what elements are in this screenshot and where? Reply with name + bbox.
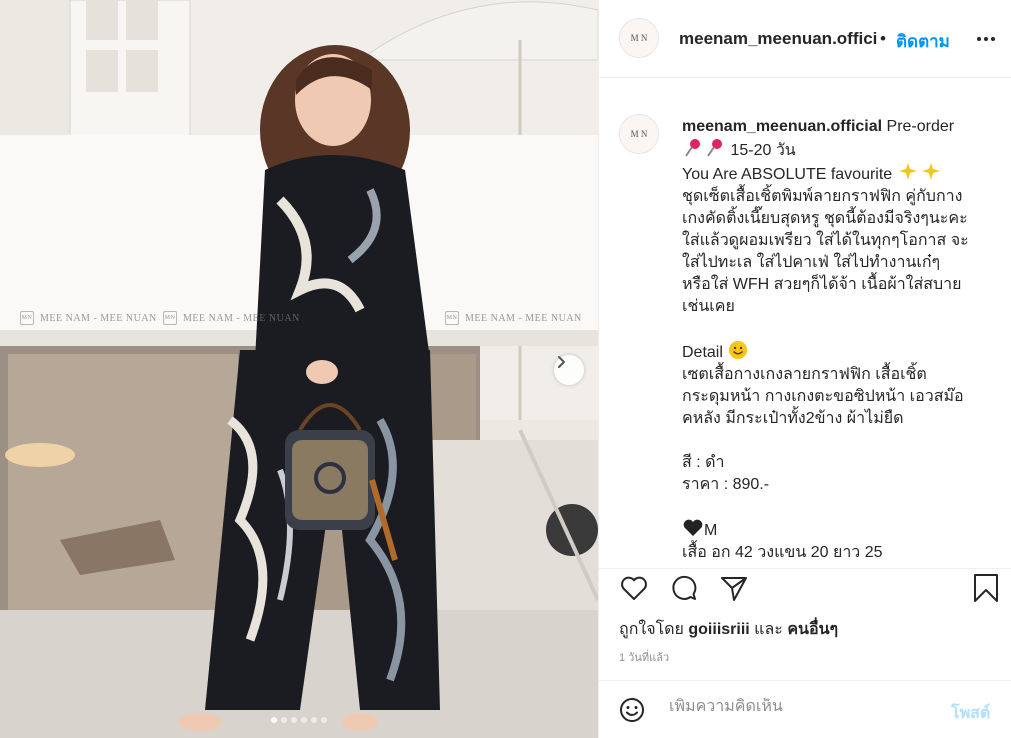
- watermark-text: MEE NAM - MEE NUAN: [465, 312, 582, 324]
- caption-line: เซตเสื้อกางเกงลายกราฟฟิก เสื้อเชิ้ต: [682, 366, 927, 383]
- likes-summary: ถูกใจโดย goiiisriii และ คนอื่นๆ: [619, 617, 838, 642]
- post-comment-button[interactable]: โพสต์: [951, 701, 990, 726]
- photo-watermark: MN MEE NAM - MEE NUAN: [445, 311, 582, 325]
- emoji-icon: [620, 698, 644, 722]
- liker-username-link[interactable]: goiiisriii: [688, 621, 749, 638]
- save-button[interactable]: [971, 573, 1001, 608]
- post-header: M N meenam_meenuan.officia • ติดตาม: [599, 0, 1011, 78]
- bookmark-icon: [974, 574, 998, 602]
- caption-line: ราคา : 890.-: [682, 476, 770, 493]
- share-icon: [721, 577, 747, 601]
- caption-line: ใส่แล้วดูผอมเพรียว ใส่ได้ในทุกๆโอกาส จะ: [682, 232, 969, 249]
- carousel-dot: [281, 717, 287, 723]
- comment-icon: [672, 575, 697, 600]
- avatar[interactable]: M N: [619, 18, 659, 58]
- caption-line: เช่นเคย: [682, 298, 735, 315]
- comment-form: โพสต์: [599, 680, 1011, 738]
- carousel-dot: [321, 717, 327, 723]
- follow-button[interactable]: ติดตาม: [896, 28, 950, 55]
- carousel-dot: [271, 717, 277, 723]
- caption-line: Detail: [682, 344, 723, 361]
- smile-emoji: [729, 341, 748, 359]
- caption-line: หรือใส่ WFH สวยๆก็ได้จ้า เนื้อผ้าใส่สบาย: [682, 276, 962, 293]
- caption-line: ชุดเซ็ตเสื้อเชิ้ตพิมพ์ลายกราฟฟิก คู่กับก…: [682, 188, 963, 205]
- post-timestamp[interactable]: 1 วันที่แล้ว: [619, 648, 669, 666]
- black-heart-emoji: [683, 519, 703, 536]
- caption-line: Pre-order: [886, 118, 955, 135]
- share-button[interactable]: [719, 573, 749, 608]
- caption-line: You Are ABSOLUTE favourite: [682, 166, 893, 183]
- caption-line: คหลัง มีกระเป๋าทั้ง2ข้าง ผ้าไม่ยืด: [682, 410, 904, 427]
- likes-others-link[interactable]: คนอื่นๆ: [787, 621, 838, 638]
- post-photo[interactable]: MN MEE NAM - MEE NUAN MN MEE NAM - MEE N…: [0, 0, 598, 738]
- like-button[interactable]: [619, 573, 649, 608]
- carousel-dot: [291, 717, 297, 723]
- carousel-indicator: [0, 717, 598, 723]
- caption-line: M: [704, 522, 718, 539]
- photo-watermark: MN MEE NAM - MEE NUAN: [163, 311, 300, 325]
- carousel-dot: [311, 717, 317, 723]
- chevron-right-icon: [558, 356, 565, 368]
- caption-line: กระดุมหน้า กางเกงตะขอซิปหน้า เอวสม๊อ: [682, 388, 964, 405]
- header-username-link[interactable]: meenam_meenuan.officia: [679, 29, 877, 49]
- carousel-dot: [301, 717, 307, 723]
- caption-line: 15-20 วัน: [730, 142, 796, 159]
- photo-scene: [0, 0, 598, 738]
- pin-emoji: [685, 139, 722, 157]
- caption-line: เสื้อ อก 42 วงแขน 20 ยาว 25: [682, 544, 883, 561]
- more-icon: [977, 37, 995, 41]
- caption-line: สี : ดำ: [682, 454, 725, 471]
- caption-line: ใส่ไปทะเล ใส่ไปคาเฟ่ ใส่ไปทำงานเก๋ๆ: [682, 254, 941, 271]
- watermark-text: MEE NAM - MEE NUAN: [183, 312, 300, 324]
- photo-watermark: MN MEE NAM - MEE NUAN: [20, 311, 157, 325]
- post-caption: M N meenam_meenuan.official Pre-order 15…: [599, 78, 1011, 568]
- caption-text: meenam_meenuan.official Pre-order 15-20 …: [682, 116, 998, 564]
- comment-button[interactable]: [669, 573, 699, 608]
- emoji-picker-button[interactable]: [619, 697, 645, 728]
- separator-dot: •: [880, 29, 886, 48]
- watermark-text: MEE NAM - MEE NUAN: [40, 312, 157, 324]
- watermark-logo-icon: MN: [163, 311, 177, 325]
- comment-input[interactable]: [669, 698, 939, 716]
- post-sidebar: M N meenam_meenuan.officia • ติดตาม M N …: [598, 0, 1011, 738]
- caption-line: เกงคัดติ้งเนี๊ยบสุดหรู ชุดนี้ต้องมีจริงๆ…: [682, 210, 968, 227]
- likes-and: และ: [754, 621, 783, 638]
- more-options-button[interactable]: [975, 28, 997, 55]
- watermark-logo-icon: MN: [20, 311, 34, 325]
- carousel-next-button[interactable]: [554, 355, 584, 385]
- avatar-monogram: M N: [630, 128, 648, 139]
- caption-username-link[interactable]: meenam_meenuan.official: [682, 118, 882, 135]
- likes-prefix: ถูกใจโดย: [619, 621, 684, 638]
- sparkle-emoji: [898, 163, 940, 180]
- watermark-logo-icon: MN: [445, 311, 459, 325]
- avatar-monogram: M N: [630, 32, 648, 43]
- heart-icon: [621, 576, 647, 600]
- avatar[interactable]: M N: [619, 114, 659, 154]
